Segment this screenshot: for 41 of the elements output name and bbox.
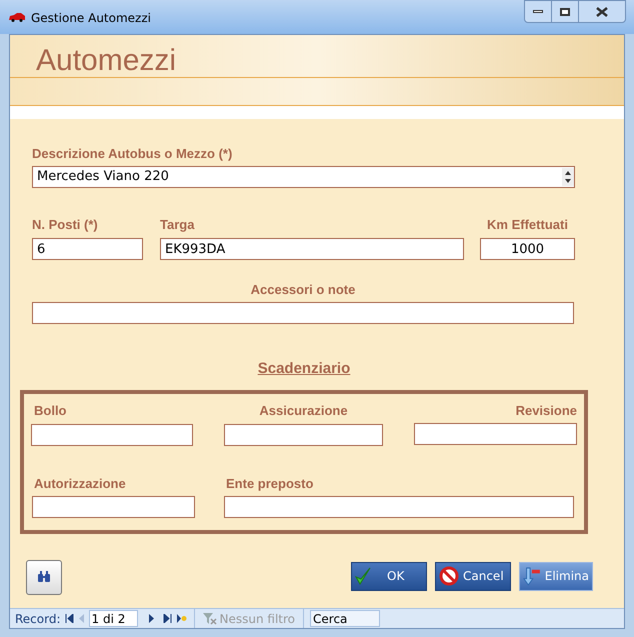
search-field[interactable]: Cerca: [310, 610, 380, 627]
notes-field[interactable]: [32, 302, 574, 324]
ok-button[interactable]: OK: [351, 562, 427, 590]
next-record-icon[interactable]: [148, 614, 155, 623]
prohibited-icon: [439, 566, 459, 586]
delete-record-icon: [523, 565, 541, 587]
spin-arrows-icon[interactable]: [562, 168, 574, 186]
field-label: Accessori o note: [250, 283, 356, 296]
record-position-field[interactable]: 1 di 2: [88, 610, 138, 627]
date-field[interactable]: [224, 424, 383, 446]
date-field[interactable]: [414, 422, 577, 444]
field-label: Bollo: [34, 404, 68, 416]
seats-field[interactable]: 6: [32, 238, 143, 260]
field-label: N. Posti (*): [32, 218, 99, 231]
window-title: Gestione Automezzi: [31, 10, 151, 27]
cancel-button[interactable]: Cancel: [435, 562, 511, 590]
entity-field[interactable]: [224, 496, 574, 518]
new-record-icon[interactable]: [176, 614, 187, 623]
plate-field[interactable]: EK993DA: [160, 238, 464, 260]
search-button[interactable]: [26, 560, 62, 594]
field-label: Autorizzazione: [34, 476, 127, 490]
last-record-icon[interactable]: [162, 614, 172, 623]
field-label: Assicurazione: [259, 404, 348, 416]
close-icon: [596, 6, 608, 16]
date-field[interactable]: [32, 496, 195, 518]
filter-icon: [202, 612, 217, 624]
section-title: Scadenziario: [258, 359, 350, 379]
form-title: Automezzi: [36, 46, 176, 77]
field-label: Km Effettuati: [487, 218, 568, 231]
first-record-icon[interactable]: [64, 614, 74, 623]
date-field[interactable]: [31, 424, 193, 446]
field-label: Ente preposto: [226, 476, 314, 490]
checkmark-icon: [355, 566, 371, 586]
field-label: Revisione: [516, 404, 577, 416]
km-field[interactable]: 1000: [480, 238, 575, 260]
delete-button[interactable]: Elimina: [519, 562, 593, 590]
field-label: Descrizione Autobus o Mezzo (*): [32, 147, 234, 160]
field-label: Targa: [160, 218, 196, 231]
record-label: Record:: [15, 610, 61, 628]
car-icon: [8, 12, 26, 22]
binoculars-icon: [37, 571, 51, 583]
